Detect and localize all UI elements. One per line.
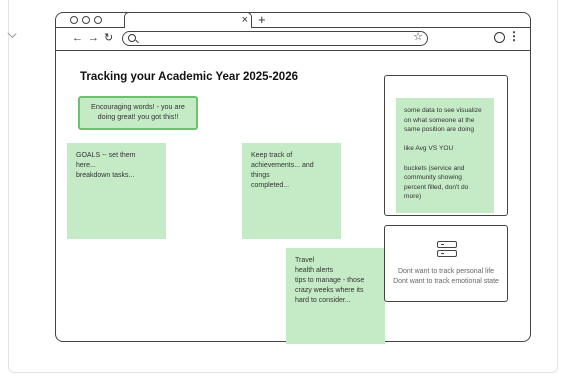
page-title: Tracking your Academic Year 2025-2026 bbox=[80, 71, 298, 83]
server-icon bbox=[437, 241, 457, 261]
tab-bar: × + bbox=[56, 12, 530, 28]
window-dot[interactable] bbox=[82, 16, 90, 24]
new-tab-button[interactable]: + bbox=[258, 13, 266, 27]
window-dot[interactable] bbox=[70, 16, 78, 24]
kebab-menu-icon[interactable]: ⋮ bbox=[508, 29, 520, 43]
back-arrow-icon[interactable]: ← bbox=[72, 31, 83, 45]
window-controls bbox=[70, 16, 102, 24]
browser-tab[interactable]: × bbox=[124, 12, 252, 28]
browser-wireframe: × + ← → ↻ ☆ ⋮ Tracking your Academic Yea… bbox=[55, 12, 531, 344]
note-line: percent filled, don't do bbox=[404, 183, 469, 191]
address-bar[interactable]: ☆ bbox=[122, 31, 428, 46]
sticky-note-achievements[interactable]: Keep track of achievements... and things… bbox=[242, 143, 341, 239]
note-line: breakdown tasks... bbox=[76, 172, 135, 179]
edge-marker bbox=[7, 28, 17, 39]
note-line: on what someone at the bbox=[404, 116, 475, 124]
note-line: like Avg VS YOU bbox=[404, 145, 454, 153]
note-line: tips to manage - those bbox=[295, 277, 365, 284]
privacy-text: Dont want to track emotional state bbox=[393, 278, 499, 285]
note-line: completed... bbox=[251, 182, 290, 189]
note-line: GOALS -- set them here... bbox=[76, 152, 136, 169]
search-icon bbox=[128, 34, 136, 42]
close-icon[interactable]: × bbox=[242, 13, 248, 27]
note-line: more) bbox=[404, 193, 422, 201]
note-line: hard to consider... bbox=[295, 297, 351, 304]
note-line: achievements... and things bbox=[251, 162, 314, 179]
note-line: Keep track of bbox=[251, 152, 293, 159]
note-line: health alerts bbox=[295, 267, 334, 274]
note-line: some data to see visualize bbox=[404, 107, 482, 114]
sticky-note-travel[interactable]: Travel health alerts tips to manage - th… bbox=[286, 248, 385, 344]
profile-icon[interactable] bbox=[494, 32, 505, 43]
forward-arrow-icon[interactable]: → bbox=[88, 31, 99, 45]
note-line: community showing bbox=[404, 174, 462, 182]
note-line: buckets (service and bbox=[404, 164, 465, 172]
privacy-panel: Dont want to track personal life Dont wa… bbox=[384, 225, 508, 302]
note-line: same position are doing bbox=[404, 126, 475, 134]
note-line: crazy weeks where its bbox=[295, 287, 364, 294]
privacy-text: Dont want to track personal life bbox=[397, 268, 495, 275]
window-dot[interactable] bbox=[94, 16, 102, 24]
sticky-note-data-visualization[interactable]: some data to see visualize on what someo… bbox=[396, 98, 494, 213]
star-icon[interactable]: ☆ bbox=[413, 30, 423, 43]
browser-toolbar: ← → ↻ ☆ ⋮ bbox=[56, 28, 530, 51]
whiteboard-canvas: × + ← → ↻ ☆ ⋮ Tracking your Academic Yea… bbox=[7, 0, 558, 373]
sticky-note-goals[interactable]: GOALS -- set them here... breakdown task… bbox=[67, 143, 166, 239]
sticky-note-encouragement[interactable]: Encouraging words! - you are doing great… bbox=[78, 96, 198, 130]
note-line: Travel bbox=[295, 257, 315, 264]
reload-icon[interactable]: ↻ bbox=[104, 31, 113, 45]
